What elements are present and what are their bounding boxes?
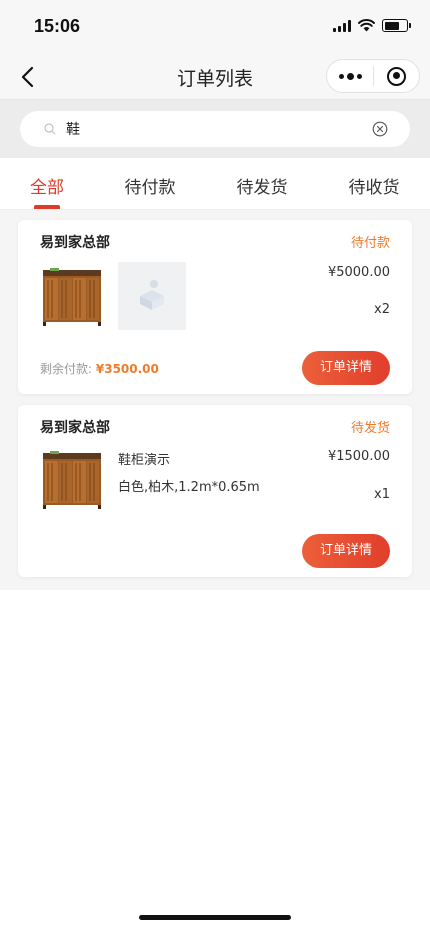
order-quantity: x1 xyxy=(374,487,390,502)
tab-label: 待付款 xyxy=(124,178,176,198)
shop-name: 易到家总部 xyxy=(40,235,110,251)
tab-label: 待收货 xyxy=(348,178,400,198)
order-status: 待发货 xyxy=(350,421,390,436)
product-placeholder-image xyxy=(118,262,186,330)
search-icon xyxy=(44,123,56,135)
order-status: 待付款 xyxy=(350,236,390,251)
order-card: 易到家总部 待付款 ¥5000.00 x2 剩余付款: ¥3500.00 订单详… xyxy=(18,220,412,394)
battery-icon xyxy=(382,19,411,32)
shoe-cabinet-image xyxy=(43,268,101,326)
tab-pending-shipment[interactable]: 待发货 xyxy=(206,158,318,209)
search-bar xyxy=(0,100,430,158)
tab-pending-receipt[interactable]: 待收货 xyxy=(318,158,430,209)
more-dots-icon xyxy=(338,73,344,79)
home-indicator xyxy=(139,915,291,920)
remaining-payment: 剩余付款: ¥3500.00 xyxy=(40,360,159,377)
product-name: 鞋柜演示 xyxy=(118,453,171,468)
signal-icon xyxy=(333,19,351,32)
status-time: 15:06 xyxy=(34,16,81,36)
order-detail-button[interactable]: 订单详情 xyxy=(302,534,390,568)
nav-bar: 订单列表 xyxy=(0,52,430,100)
order-price: ¥5000.00 xyxy=(327,265,390,280)
wifi-icon xyxy=(358,19,375,32)
order-price: ¥1500.00 xyxy=(327,449,390,464)
product-spec: 白色,柏木,1.2m*0.65m xyxy=(118,480,260,495)
order-card: 易到家总部 待发货 鞋柜演示 白色,柏木,1.2m*0.65m ¥1500.00… xyxy=(18,405,412,577)
order-quantity: x2 xyxy=(374,302,390,317)
tab-label: 全部 xyxy=(30,178,64,198)
status-bar: 15:06 xyxy=(0,0,430,52)
close-button[interactable] xyxy=(374,60,419,92)
tab-active-indicator xyxy=(34,205,60,209)
status-icons xyxy=(333,19,411,32)
mini-program-capsule xyxy=(326,59,420,93)
clear-circle-x-icon[interactable] xyxy=(372,121,388,137)
search-box xyxy=(20,111,410,147)
order-list: 易到家总部 待付款 ¥5000.00 x2 剩余付款: ¥3500.00 订单详… xyxy=(0,210,430,590)
tab-all[interactable]: 全部 xyxy=(0,158,94,209)
remaining-payment-amount: ¥3500.00 xyxy=(95,362,159,376)
tab-pending-payment[interactable]: 待付款 xyxy=(94,158,206,209)
tab-label: 待发货 xyxy=(236,178,288,198)
shop-name: 易到家总部 xyxy=(40,420,110,436)
order-tabs: 全部 待付款 待发货 待收货 xyxy=(0,158,430,210)
order-detail-button[interactable]: 订单详情 xyxy=(302,351,390,385)
target-close-icon xyxy=(387,66,406,86)
more-button[interactable] xyxy=(327,60,373,92)
search-input[interactable] xyxy=(66,121,346,137)
remaining-payment-label: 剩余付款: xyxy=(40,362,93,376)
shoe-cabinet-image xyxy=(43,451,101,509)
